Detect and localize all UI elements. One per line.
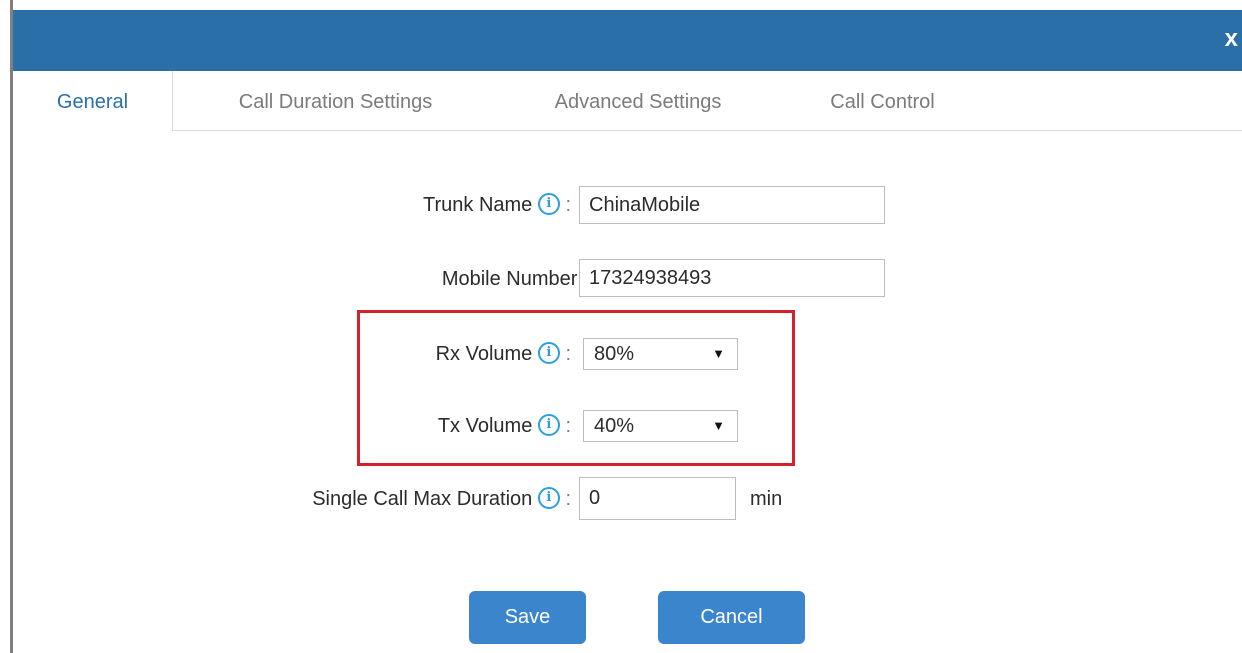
left-margin bbox=[0, 0, 10, 653]
trunk-name-label: Trunk Name bbox=[423, 194, 533, 216]
tx-volume-label: Tx Volume bbox=[437, 415, 533, 437]
info-circle-icon[interactable]: i bbox=[537, 486, 560, 509]
tx-volume-selected-value: 40% bbox=[594, 415, 635, 437]
close-icon[interactable]: x bbox=[1225, 27, 1238, 51]
label-colon: : bbox=[565, 343, 571, 365]
tx-volume-select[interactable]: 40% ▼ bbox=[583, 410, 738, 442]
trunk-name-label-row: Trunk Name i : bbox=[423, 192, 571, 217]
rx-volume-selected-value: 80% bbox=[594, 343, 635, 365]
rx-volume-label: Rx Volume bbox=[435, 343, 533, 365]
info-circle-icon[interactable]: i bbox=[537, 413, 560, 436]
label-colon: : bbox=[565, 194, 571, 216]
chevron-down-icon: ▼ bbox=[712, 346, 725, 361]
mobile-number-label: Mobile Number: bbox=[441, 268, 583, 290]
label-colon: : bbox=[565, 415, 571, 437]
rx-volume-label-row: Rx Volume i : bbox=[435, 341, 571, 366]
dialog-title-bar: x bbox=[13, 10, 1242, 71]
duration-unit-label: min bbox=[750, 488, 783, 510]
cancel-button[interactable]: Cancel bbox=[658, 591, 805, 644]
tab-bar: General Call Duration Settings Advanced … bbox=[13, 71, 1242, 131]
tab-general[interactable]: General bbox=[13, 71, 173, 131]
rx-volume-select[interactable]: 80% ▼ bbox=[583, 338, 738, 370]
info-circle-icon[interactable]: i bbox=[537, 192, 560, 215]
label-colon: : bbox=[565, 488, 571, 510]
single-call-max-duration-label-row: Single Call Max Duration i : bbox=[312, 486, 571, 511]
tab-call-duration-settings[interactable]: Call Duration Settings bbox=[193, 71, 478, 130]
tx-volume-label-row: Tx Volume i : bbox=[437, 413, 571, 438]
volume-highlight-box bbox=[357, 310, 795, 466]
top-margin bbox=[0, 0, 1242, 10]
single-call-max-duration-input[interactable]: 0 bbox=[579, 477, 736, 520]
tab-advanced-settings[interactable]: Advanced Settings bbox=[518, 71, 758, 130]
single-call-max-duration-label: Single Call Max Duration bbox=[312, 488, 533, 510]
mobile-number-input[interactable]: 17324938493 bbox=[579, 259, 885, 297]
save-button[interactable]: Save bbox=[469, 591, 586, 644]
trunk-name-input[interactable]: ChinaMobile bbox=[579, 186, 885, 224]
tab-call-control[interactable]: Call Control bbox=[800, 71, 965, 130]
chevron-down-icon: ▼ bbox=[712, 418, 725, 433]
info-circle-icon[interactable]: i bbox=[537, 341, 560, 364]
